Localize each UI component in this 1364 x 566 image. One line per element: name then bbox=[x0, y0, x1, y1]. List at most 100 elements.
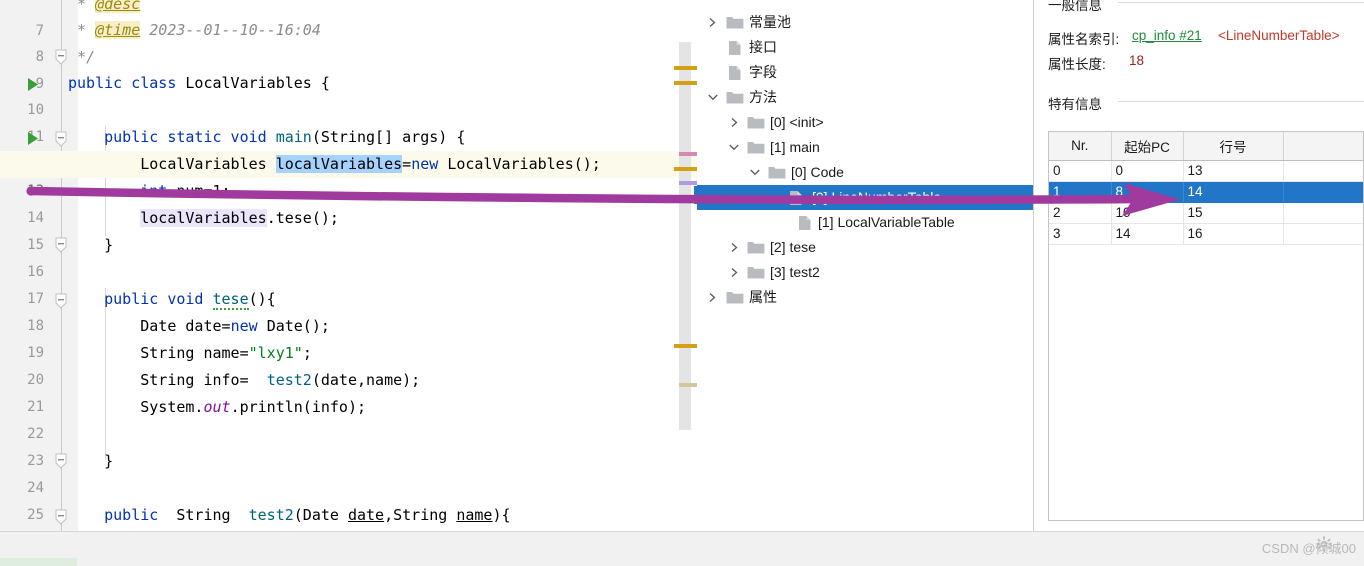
tree-item-local-variable-table[interactable]: [1] LocalVariableTable bbox=[697, 210, 1034, 235]
tree-item-label: [0] LineNumberTable bbox=[812, 189, 942, 205]
fold-collapse-icon[interactable] bbox=[54, 504, 70, 531]
table-row[interactable]: 3 14 16 bbox=[1049, 223, 1363, 245]
folder-icon bbox=[726, 85, 744, 110]
tree-item-attributes[interactable]: 属性 bbox=[697, 285, 1034, 310]
stripe-marker-warning[interactable] bbox=[674, 81, 697, 85]
javadoc-time-value: 2023--01--10--16:04 bbox=[149, 21, 321, 39]
specific-info-heading: 特有信息 bbox=[1048, 97, 1102, 112]
table-header-row: Nr. 起始PC 行号 bbox=[1049, 132, 1363, 161]
code-line[interactable]: 7 * @desc bbox=[0, 0, 697, 39]
code-line[interactable]: 22 System.out.println(info); bbox=[0, 394, 697, 442]
chevron-down-icon[interactable] bbox=[747, 160, 763, 185]
folder-icon bbox=[747, 260, 765, 285]
cp-info-link[interactable]: cp_info #21 bbox=[1132, 28, 1202, 43]
stripe-marker-warning[interactable] bbox=[674, 66, 697, 70]
code-line[interactable]: 16 } bbox=[0, 232, 697, 280]
cell-line-number: 13 bbox=[1183, 160, 1284, 182]
folder-icon bbox=[747, 235, 765, 260]
cell-filler bbox=[1283, 181, 1363, 203]
tree-item-method-main[interactable]: [1] main bbox=[697, 135, 1034, 160]
tree-item-label: [2] tese bbox=[770, 239, 816, 255]
chevron-right-icon[interactable] bbox=[705, 285, 721, 310]
tree-item-label: [0] Code bbox=[791, 164, 844, 180]
tree-item-label: 属性 bbox=[749, 289, 777, 305]
tree-item-label: [1] LocalVariableTable bbox=[818, 214, 955, 230]
stripe-marker-warning[interactable] bbox=[674, 167, 697, 171]
code-line-current[interactable]: 13 LocalVariables localVariables=new Loc… bbox=[0, 151, 697, 199]
cell-filler bbox=[1283, 223, 1363, 245]
cell-nr: 1 bbox=[1049, 181, 1112, 203]
tree-item-methods[interactable]: 方法 bbox=[697, 85, 1034, 110]
code-line[interactable]: 21 String info= test2(date,name); bbox=[0, 367, 697, 415]
csdn-watermark: CSDN @倾城00 bbox=[1261, 541, 1356, 556]
code-line[interactable]: 17 bbox=[0, 259, 697, 307]
column-header-line-number[interactable]: 行号 bbox=[1183, 132, 1284, 161]
fold-collapse-icon[interactable] bbox=[54, 288, 70, 315]
tree-item-interfaces[interactable]: 接口 bbox=[697, 35, 1034, 60]
line-content: localVariables.tese(); bbox=[140, 209, 339, 227]
tree-item-method-init[interactable]: [0] <init> bbox=[697, 110, 1034, 135]
attribute-name-index-label: 属性名索引: bbox=[1048, 32, 1120, 47]
line-content: String info= test2(date,name); bbox=[68, 371, 421, 389]
code-line[interactable]: 18 public void tese(){ bbox=[0, 286, 697, 334]
fold-collapse-icon[interactable] bbox=[54, 232, 70, 259]
stripe-marker-info[interactable] bbox=[679, 383, 697, 387]
file-icon bbox=[728, 35, 746, 60]
code-line[interactable]: 10 public class LocalVariables { bbox=[0, 70, 697, 118]
chevron-right-icon[interactable] bbox=[727, 260, 743, 285]
tree-item-method-test2[interactable]: [3] test2 bbox=[697, 260, 1034, 285]
file-icon bbox=[789, 185, 807, 210]
code-line[interactable]: 19 Date date=new Date(); bbox=[0, 313, 697, 361]
chevron-down-icon[interactable] bbox=[726, 135, 742, 160]
fold-collapse-icon[interactable] bbox=[54, 448, 70, 475]
cell-line-number: 15 bbox=[1183, 202, 1284, 224]
fold-collapse-icon[interactable] bbox=[54, 126, 70, 153]
code-line[interactable]: 25 bbox=[0, 475, 697, 523]
line-number-table-container[interactable]: Nr. 起始PC 行号 0 0 13 1 8 14 2 10 15 3 14 1… bbox=[1048, 131, 1364, 521]
chevron-right-icon[interactable] bbox=[727, 110, 743, 135]
code-line[interactable]: 15 localVariables.tese(); bbox=[0, 205, 697, 253]
code-line[interactable]: 11 bbox=[0, 97, 697, 145]
code-line[interactable]: 9 */ bbox=[0, 44, 697, 92]
stripe-marker-warning[interactable] bbox=[674, 344, 697, 348]
line-number-table[interactable]: Nr. 起始PC 行号 0 0 13 1 8 14 2 10 15 3 14 1… bbox=[1049, 132, 1363, 245]
cell-nr: 2 bbox=[1049, 202, 1112, 224]
tree-item-line-number-table[interactable]: [0] LineNumberTable bbox=[697, 185, 1034, 210]
stripe-marker-change[interactable] bbox=[679, 181, 697, 185]
fold-collapse-icon[interactable] bbox=[54, 44, 70, 71]
class-structure-tree[interactable]: 版信息 常量池 接口 bbox=[697, 0, 1034, 531]
file-icon bbox=[798, 210, 816, 235]
line-content: public static void main(String[] args) { bbox=[104, 128, 466, 146]
code-line[interactable]: 8 * @time 2023--01--10--16:04 bbox=[0, 17, 697, 65]
chevron-down-icon[interactable] bbox=[705, 85, 721, 110]
code-line[interactable]: 24 } bbox=[0, 448, 697, 496]
tree-item-constant-pool[interactable]: 常量池 bbox=[697, 10, 1034, 35]
chevron-right-icon[interactable] bbox=[727, 235, 743, 260]
section-divider bbox=[1118, 2, 1364, 3]
code-line[interactable]: 20 String name="lxy1"; bbox=[0, 340, 697, 388]
tree-item-code-attribute[interactable]: [0] Code bbox=[697, 160, 1034, 185]
run-gutter-icon[interactable] bbox=[27, 70, 41, 97]
column-header-nr[interactable]: Nr. bbox=[1049, 132, 1112, 161]
editor-scrollbar[interactable] bbox=[679, 42, 691, 430]
tree-item-method-tese[interactable]: [2] tese bbox=[697, 235, 1034, 260]
code-line[interactable]: 23 bbox=[0, 421, 697, 469]
tree-item-fields[interactable]: 字段 bbox=[697, 60, 1034, 85]
table-row[interactable]: 2 10 15 bbox=[1049, 202, 1363, 224]
selected-token: localVariables bbox=[275, 155, 403, 173]
cell-start-pc: 10 bbox=[1111, 202, 1184, 224]
stripe-marker-change[interactable] bbox=[679, 152, 697, 156]
table-row[interactable]: 0 0 13 bbox=[1049, 160, 1363, 182]
cell-start-pc: 14 bbox=[1111, 223, 1184, 245]
chevron-right-icon[interactable] bbox=[705, 10, 721, 35]
line-content: * @time 2023--01--10--16:04 bbox=[68, 21, 321, 39]
code-line[interactable]: 14 int num=1; bbox=[0, 178, 697, 226]
run-gutter-icon[interactable] bbox=[27, 124, 41, 151]
column-header-start-pc[interactable]: 起始PC bbox=[1111, 132, 1184, 161]
code-line[interactable]: 12 public static void main(String[] args… bbox=[0, 124, 697, 172]
folder-icon bbox=[726, 285, 744, 310]
table-row-selected[interactable]: 1 8 14 bbox=[1049, 181, 1363, 203]
code-editor-pane[interactable]: 7 * @desc 8 * @time 2023--01--10--16:04 … bbox=[0, 0, 697, 531]
cell-line-number: 16 bbox=[1183, 223, 1284, 245]
code-line[interactable]: 26 public String test2(Date date,String … bbox=[0, 502, 697, 529]
